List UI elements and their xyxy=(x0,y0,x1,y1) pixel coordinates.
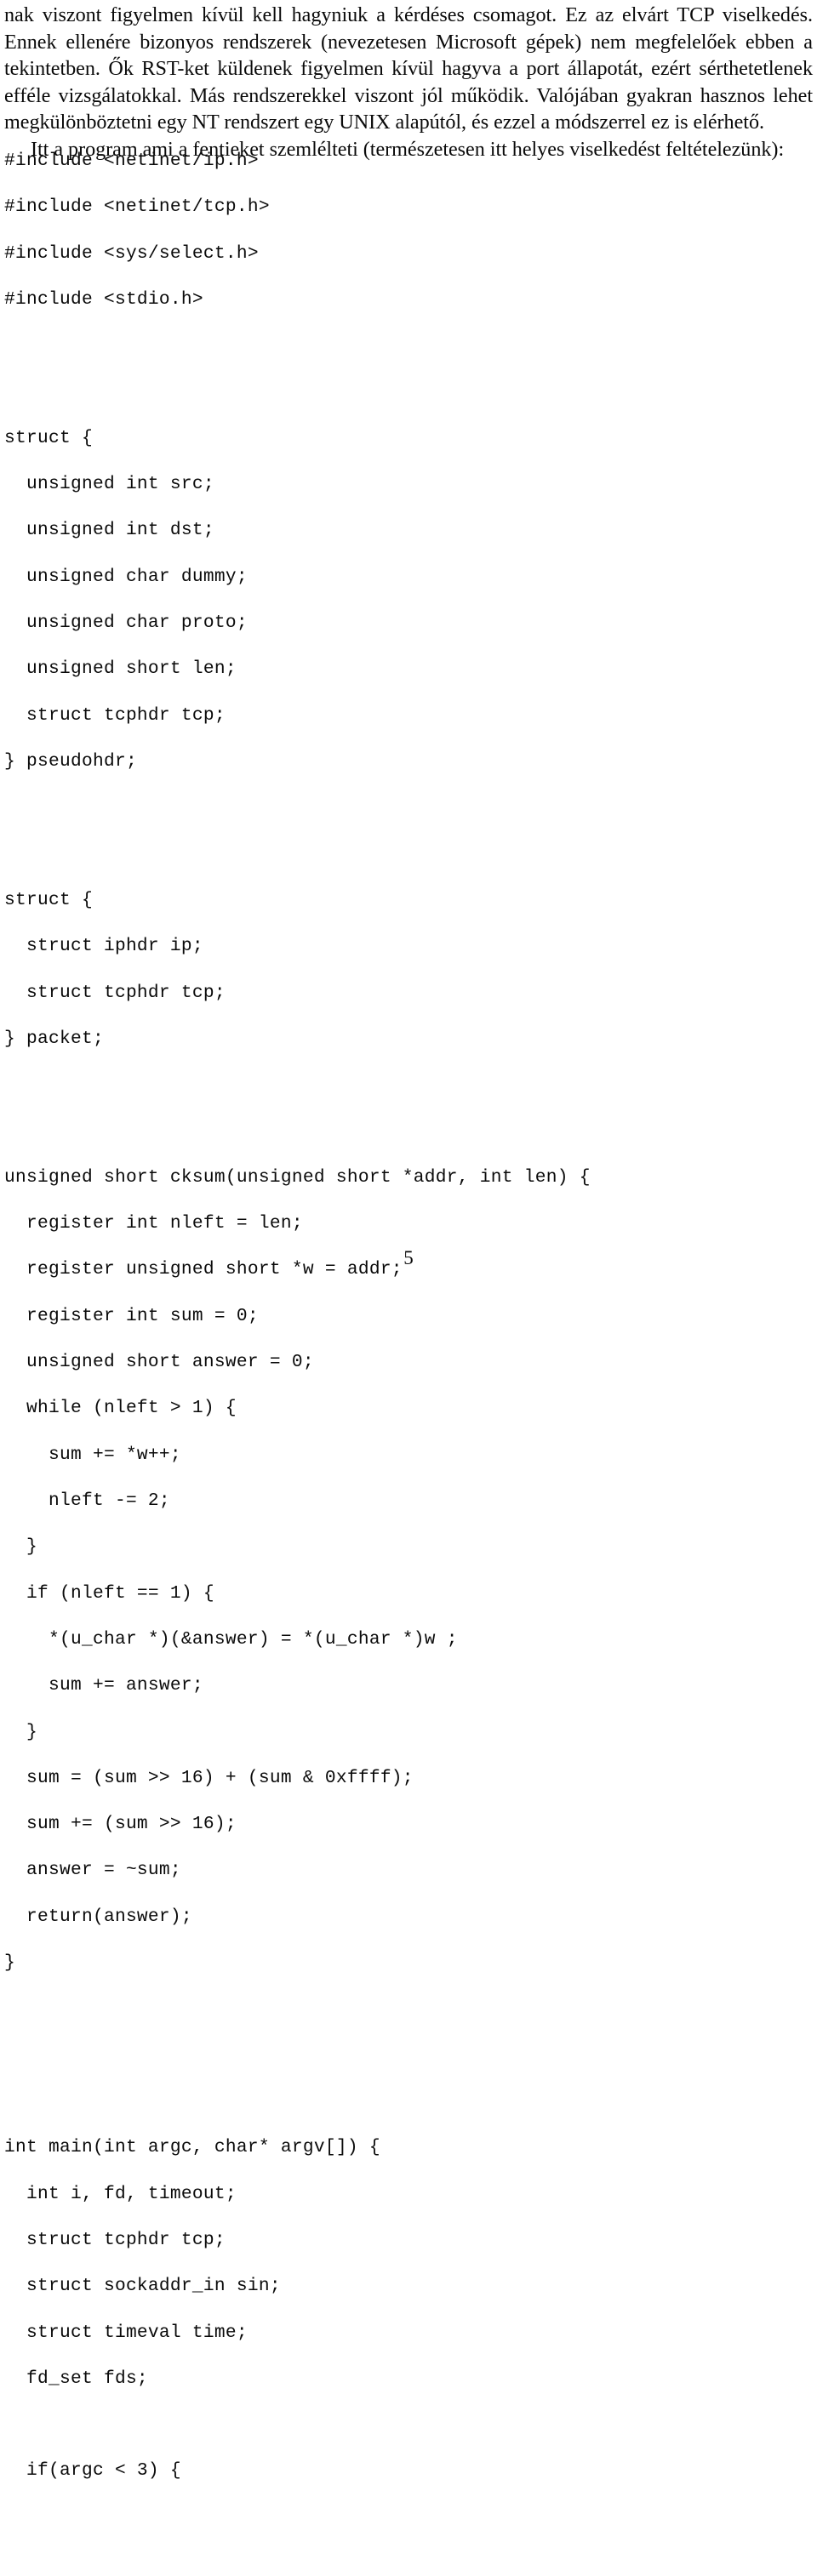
code-line: struct sockaddr_in sin; xyxy=(4,2276,281,2297)
code-line: if(argc < 3) { xyxy=(4,2460,181,2482)
code-line: sum += *w++; xyxy=(4,1444,181,1465)
code-line: #include <netinet/ip.h> xyxy=(4,151,259,171)
code-line: unsigned short cksum(unsigned short *add… xyxy=(4,1166,591,1188)
body-text-block: nak viszont figyelmen kívül kell hagyniu… xyxy=(4,2,813,163)
code-line: unsigned short len; xyxy=(4,658,237,680)
code-line: int i, fd, timeout; xyxy=(4,2183,237,2204)
code-line: struct { xyxy=(4,427,93,448)
code-line: #include <stdio.h> xyxy=(4,288,203,310)
code-line: struct timeval time; xyxy=(4,2322,248,2343)
code-line: } xyxy=(4,1952,15,1974)
code-line: } xyxy=(4,1536,37,1558)
code-line: register int nleft = len; xyxy=(4,1213,303,1234)
code-line: *(u_char *)(&answer) = *(u_char *)w ; xyxy=(4,1628,458,1650)
code-line: unsigned char dummy; xyxy=(4,566,248,587)
code-line: nleft -= 2; xyxy=(4,1490,170,1511)
code-listing: #include <netinet/ip.h> #include <netine… xyxy=(4,150,813,2483)
code-line: struct iphdr ip; xyxy=(4,936,203,957)
code-line: } xyxy=(4,1721,37,1742)
code-line: if (nleft == 1) { xyxy=(4,1582,214,1604)
code-line: sum += answer; xyxy=(4,1675,203,1696)
code-line: sum = (sum >> 16) + (sum & 0xffff); xyxy=(4,1767,414,1788)
code-line: struct tcphdr tcp; xyxy=(4,2229,226,2250)
code-line: return(answer); xyxy=(4,1906,192,1927)
code-line: unsigned char proto; xyxy=(4,613,248,634)
code-line: } pseudohdr; xyxy=(4,751,137,772)
code-listing-body: #include <netinet/ip.h> #include <netine… xyxy=(4,150,813,2483)
code-line: register int sum = 0; xyxy=(4,1305,259,1326)
paragraph-continued: nak viszont figyelmen kívül kell hagyniu… xyxy=(4,3,813,134)
code-line: } packet; xyxy=(4,1028,104,1049)
code-line: #include <sys/select.h> xyxy=(4,242,259,264)
code-line: unsigned int dst; xyxy=(4,520,214,541)
code-line: #include <netinet/tcp.h> xyxy=(4,197,270,218)
code-line: int main(int argc, char* argv[]) { xyxy=(4,2137,380,2158)
document-page: nak viszont figyelmen kívül kell hagyniu… xyxy=(0,0,817,2481)
code-line: struct { xyxy=(4,889,93,910)
page-number: 5 xyxy=(403,1247,414,1268)
code-line: unsigned int src; xyxy=(4,474,214,495)
code-line: fd_set fds; xyxy=(4,2368,148,2389)
code-line: struct tcphdr tcp; xyxy=(4,982,226,1003)
code-line: answer = ~sum; xyxy=(4,1860,181,1881)
code-line: sum += (sum >> 16); xyxy=(4,1814,237,1835)
code-line: struct tcphdr tcp; xyxy=(4,704,226,726)
code-line: while (nleft > 1) { xyxy=(4,1398,237,1419)
code-line: unsigned short answer = 0; xyxy=(4,1352,314,1373)
